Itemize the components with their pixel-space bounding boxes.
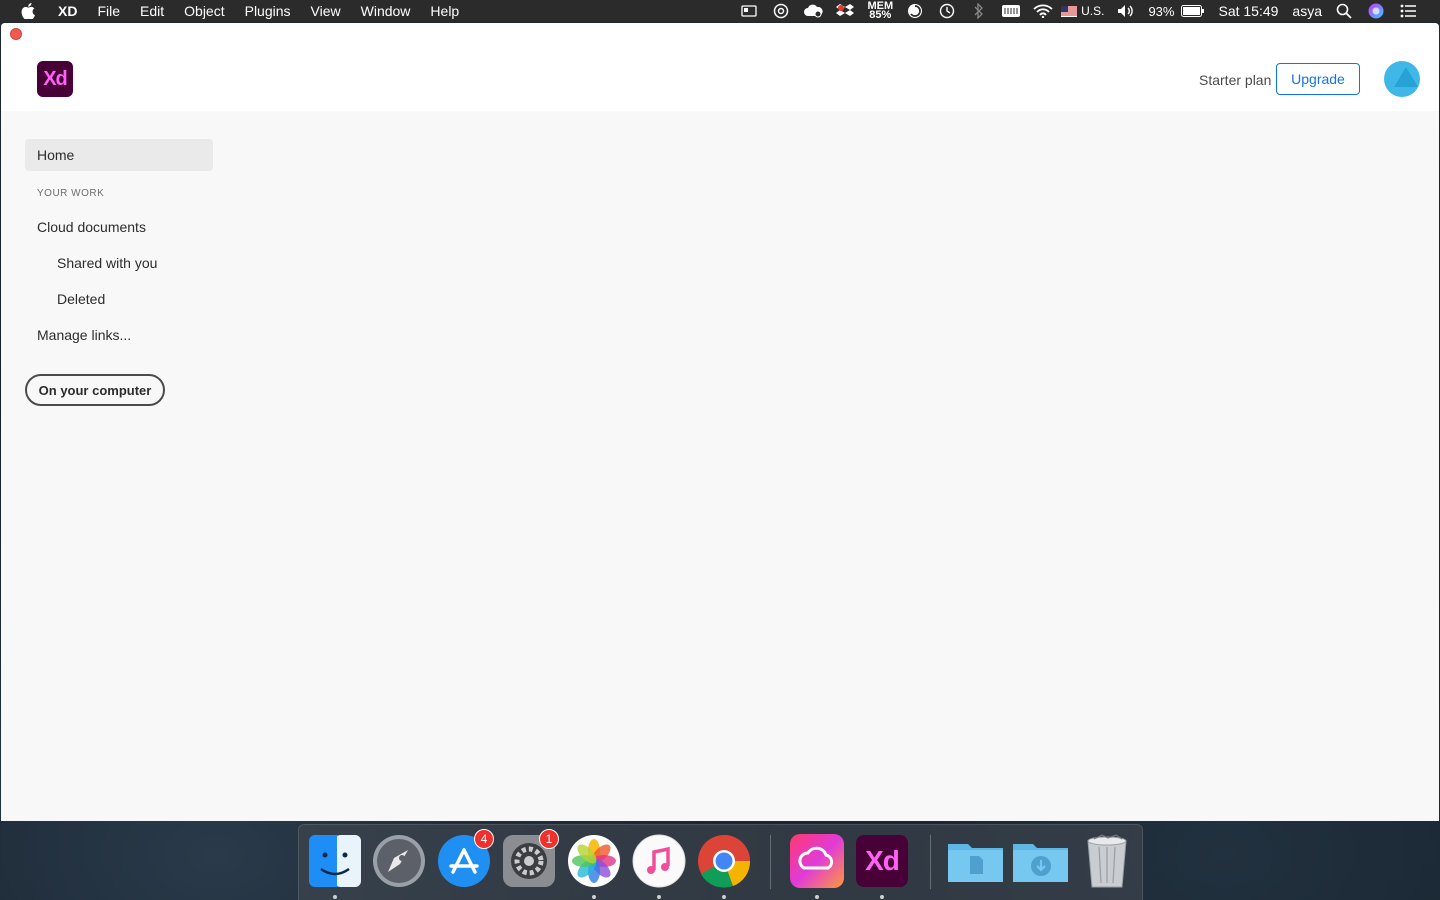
menu-view[interactable]: View xyxy=(301,0,351,22)
volume-icon[interactable] xyxy=(1110,0,1142,22)
itunes-icon[interactable] xyxy=(631,833,687,889)
chrome-running-indicator xyxy=(722,895,726,899)
menu-file[interactable]: File xyxy=(87,0,130,22)
user-name[interactable]: asya xyxy=(1284,3,1328,19)
menu-app-name[interactable]: XD xyxy=(52,0,87,22)
dock: 4 1 Xd xyxy=(298,824,1143,900)
menu-edit[interactable]: Edit xyxy=(130,0,174,22)
apple-menu-icon[interactable] xyxy=(20,3,36,19)
clock[interactable]: Sat 15:49 xyxy=(1206,3,1284,19)
plan-label: Starter plan xyxy=(1199,72,1272,88)
avatar[interactable] xyxy=(1384,61,1420,97)
xd-home-window: Xd Starter plan Upgrade Home YOUR WORK C… xyxy=(1,23,1439,821)
spiral-icon[interactable] xyxy=(899,0,931,22)
notification-center-icon[interactable] xyxy=(1392,0,1424,22)
photos-icon[interactable] xyxy=(566,833,622,889)
siri-icon[interactable] xyxy=(1360,0,1392,22)
sidebar-item-cloud-documents[interactable]: Cloud documents xyxy=(37,219,146,235)
downloads-folder-icon[interactable] xyxy=(1012,833,1068,889)
menu-help[interactable]: Help xyxy=(420,0,469,22)
dock-separator xyxy=(930,835,931,889)
spotlight-search-icon[interactable] xyxy=(1328,0,1360,22)
xd-running-indicator xyxy=(880,895,884,899)
system-preferences-icon[interactable]: 1 xyxy=(501,829,559,889)
system-preferences-badge: 1 xyxy=(539,829,559,849)
app-store-badge: 4 xyxy=(474,829,494,849)
sidebar-item-deleted[interactable]: Deleted xyxy=(57,291,105,307)
at-sign-icon[interactable] xyxy=(765,0,797,22)
battery-percent[interactable]: 93% xyxy=(1142,4,1180,19)
sidebar-item-manage-links[interactable]: Manage links... xyxy=(37,327,131,343)
creative-cloud-status-icon[interactable] xyxy=(797,0,829,22)
adobe-xd-dock-icon[interactable]: Xd xyxy=(854,833,910,889)
time-machine-icon[interactable] xyxy=(931,0,963,22)
keyboard-layout-label[interactable]: U.S. xyxy=(1079,4,1110,18)
app-header: Xd Starter plan Upgrade xyxy=(1,23,1439,111)
window-close-button[interactable] xyxy=(10,28,22,40)
dropbox-icon[interactable] xyxy=(829,0,861,22)
memory-status[interactable]: MEM 85% xyxy=(861,1,899,21)
on-your-computer-button[interactable]: On your computer xyxy=(25,374,165,406)
creative-cloud-running-indicator xyxy=(815,895,819,899)
sidebar-item-home[interactable]: Home xyxy=(25,139,213,171)
menu-object[interactable]: Object xyxy=(174,0,234,22)
menu-plugins[interactable]: Plugins xyxy=(235,0,301,22)
dock-separator xyxy=(770,835,771,889)
wifi-icon[interactable] xyxy=(1027,0,1059,22)
sidebar-section-label: YOUR WORK xyxy=(37,188,105,199)
itunes-running-indicator xyxy=(657,895,661,899)
app-store-icon[interactable]: 4 xyxy=(436,829,494,889)
chrome-icon[interactable] xyxy=(696,833,752,889)
battery-icon[interactable] xyxy=(1180,0,1206,22)
menu-bar: XD File Edit Object Plugins View Window … xyxy=(0,0,1440,22)
photos-running-indicator xyxy=(592,895,596,899)
menu-window[interactable]: Window xyxy=(351,0,421,22)
finder-icon[interactable] xyxy=(307,833,363,889)
launchpad-icon[interactable] xyxy=(371,833,427,889)
bluetooth-icon[interactable] xyxy=(963,0,995,22)
xd-dock-label: Xd xyxy=(856,835,908,887)
keyboard-icon[interactable] xyxy=(995,0,1027,22)
screen-icon[interactable] xyxy=(733,0,765,22)
finder-running-indicator xyxy=(333,895,337,899)
xd-logo: Xd xyxy=(37,61,73,97)
memory-value: 85% xyxy=(869,9,892,21)
sidebar-item-shared-with-you[interactable]: Shared with you xyxy=(57,255,157,271)
trash-icon[interactable] xyxy=(1079,833,1135,889)
creative-cloud-icon[interactable] xyxy=(789,833,845,889)
upgrade-button[interactable]: Upgrade xyxy=(1276,63,1360,95)
documents-folder-icon[interactable] xyxy=(947,833,1003,889)
us-flag-icon[interactable] xyxy=(1059,0,1079,22)
